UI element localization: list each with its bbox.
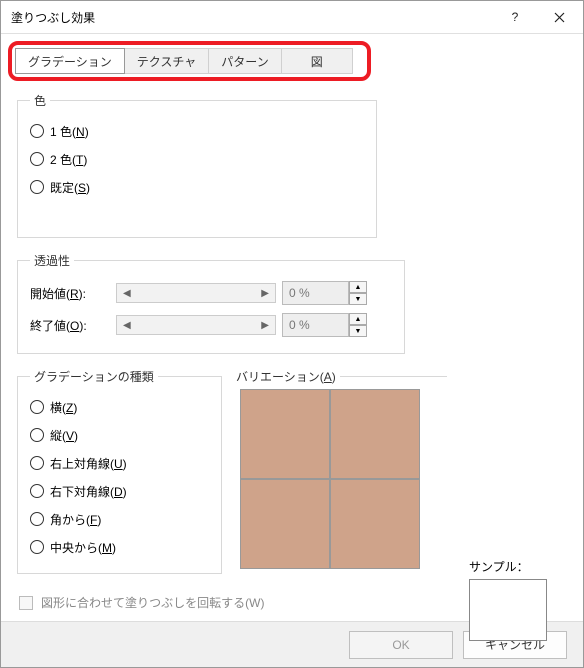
radio-diag-down[interactable]: 右下対角線(D) (30, 477, 209, 505)
help-button[interactable]: ? (493, 1, 537, 33)
dialog-body: 色 1 色(N) 2 色(T) 既定(S) 透過性 開始値(R): ◀ ▶ (1, 88, 583, 621)
radio-icon (30, 512, 44, 526)
color-group: 色 1 色(N) 2 色(T) 既定(S) (17, 92, 377, 238)
radio-icon (30, 484, 44, 498)
radio-icon (30, 456, 44, 470)
variations-group: バリエーション(A) (232, 368, 447, 574)
start-spinner[interactable]: 0 % ▲ ▼ (282, 281, 367, 305)
ok-button[interactable]: OK (349, 631, 453, 659)
variations-legend: バリエーション(A) (232, 368, 340, 385)
end-spinner[interactable]: 0 % ▲ ▼ (282, 313, 367, 337)
end-label: 終了値(O): (30, 317, 110, 334)
color-legend: 色 (30, 92, 50, 109)
spinner-up-icon[interactable]: ▲ (349, 281, 367, 293)
fill-effects-dialog: 塗りつぶし効果 ? グラデーション テクスチャ パターン 図 色 1 色(N) … (0, 0, 584, 668)
tab-gradient[interactable]: グラデーション (15, 48, 125, 74)
radio-from-corner[interactable]: 角から(F) (30, 505, 209, 533)
gradient-type-legend: グラデーションの種類 (30, 368, 158, 385)
transparency-group: 透過性 開始値(R): ◀ ▶ 0 % ▲ ▼ 終了値(O): (17, 252, 405, 354)
radio-one-color[interactable]: 1 色(N) (30, 117, 364, 145)
variation-3[interactable] (240, 479, 330, 569)
tab-picture[interactable]: 図 (281, 48, 353, 74)
spinner-down-icon[interactable]: ▼ (349, 325, 367, 337)
radio-icon (30, 400, 44, 414)
radio-preset[interactable]: 既定(S) (30, 173, 364, 201)
tab-pattern[interactable]: パターン (208, 48, 281, 74)
radio-horizontal[interactable]: 横(Z) (30, 393, 209, 421)
radio-icon (30, 428, 44, 442)
radio-icon (30, 124, 44, 138)
transparency-end-row: 終了値(O): ◀ ▶ 0 % ▲ ▼ (30, 309, 392, 341)
rotate-label: 図形に合わせて塗りつぶしを回転する(W) (41, 594, 264, 611)
tab-texture[interactable]: テクスチャ (124, 48, 210, 74)
sample-preview (469, 579, 547, 641)
radio-icon (30, 540, 44, 554)
dialog-title: 塗りつぶし効果 (11, 9, 493, 26)
radio-two-color[interactable]: 2 色(T) (30, 145, 364, 173)
close-icon (554, 12, 565, 23)
checkbox-icon (19, 596, 33, 610)
chevron-left-icon: ◀ (123, 320, 131, 331)
gradient-type-group: グラデーションの種類 横(Z) 縦(V) 右上対角線(U) 右下対角線(D) 角… (17, 368, 222, 574)
end-value: 0 % (282, 313, 349, 337)
transparency-start-row: 開始値(R): ◀ ▶ 0 % ▲ ▼ (30, 277, 392, 309)
transparency-legend: 透過性 (30, 252, 74, 269)
start-label: 開始値(R): (30, 285, 110, 302)
sample-area: サンプル： (469, 558, 561, 641)
variation-1[interactable] (240, 389, 330, 479)
radio-diag-up[interactable]: 右上対角線(U) (30, 449, 209, 477)
end-slider[interactable]: ◀ ▶ (116, 315, 276, 335)
start-slider[interactable]: ◀ ▶ (116, 283, 276, 303)
titlebar: 塗りつぶし効果 ? (1, 1, 583, 34)
variation-2[interactable] (330, 389, 420, 479)
chevron-right-icon: ▶ (261, 320, 269, 331)
chevron-left-icon: ◀ (123, 288, 131, 299)
close-button[interactable] (537, 1, 581, 33)
radio-from-center[interactable]: 中央から(M) (30, 533, 209, 561)
variation-4[interactable] (330, 479, 420, 569)
gradient-row: グラデーションの種類 横(Z) 縦(V) 右上対角線(U) 右下対角線(D) 角… (17, 368, 567, 588)
radio-icon (30, 180, 44, 194)
variations-grid (240, 389, 447, 569)
start-value: 0 % (282, 281, 349, 305)
chevron-right-icon: ▶ (261, 288, 269, 299)
sample-label: サンプル： (469, 558, 561, 575)
tab-strip: グラデーション テクスチャ パターン 図 (8, 41, 371, 81)
radio-vertical[interactable]: 縦(V) (30, 421, 209, 449)
spinner-up-icon[interactable]: ▲ (349, 313, 367, 325)
spinner-down-icon[interactable]: ▼ (349, 293, 367, 305)
radio-icon (30, 152, 44, 166)
